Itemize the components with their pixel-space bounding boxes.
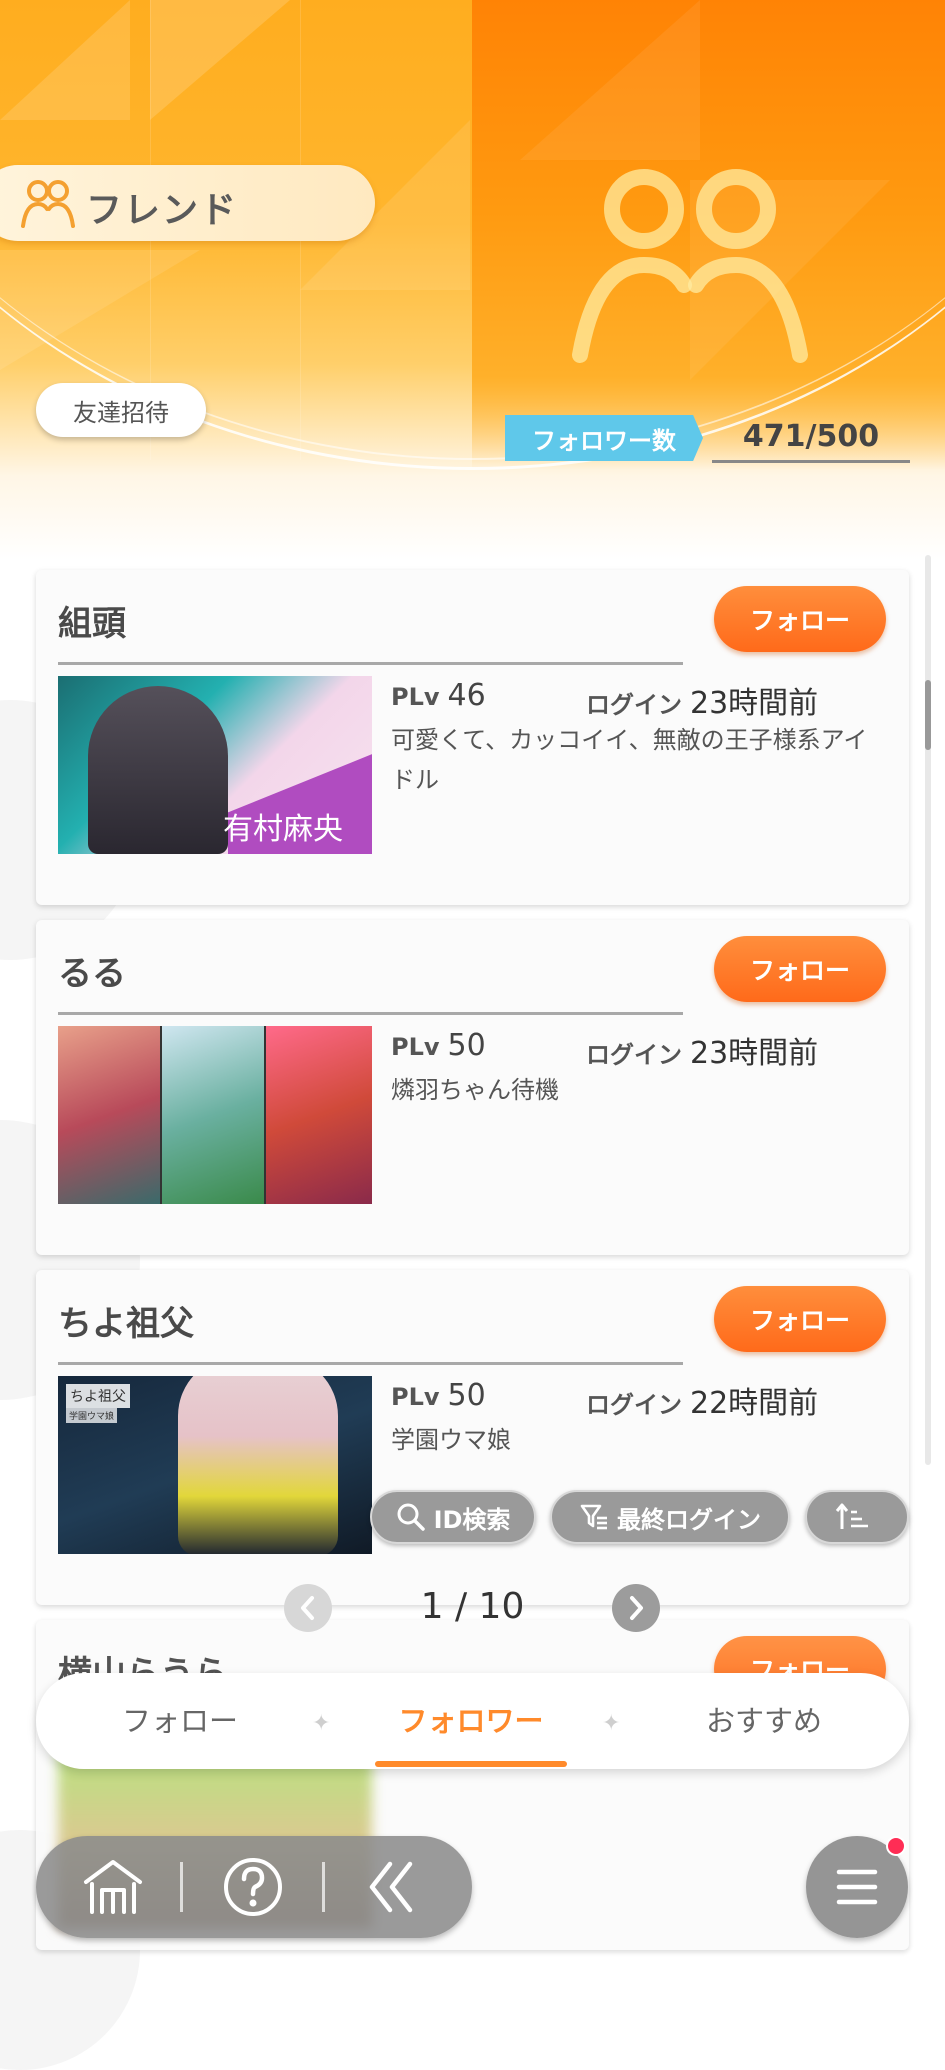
friend-name: ちよ祖父 [58, 1304, 194, 1344]
last-login: ログイン 23時間前 [586, 1036, 819, 1071]
thumbnail-subcaption: 学園ウマ娘 [66, 1408, 118, 1423]
page-title: フレンド [86, 190, 239, 231]
player-level: PLv 50 [391, 1378, 486, 1413]
player-level: PLv 50 [391, 1028, 486, 1063]
friend-comment: 学園ウマ娘 [391, 1426, 511, 1454]
tab-bar: フォロー ✦ フォロワー ✦ おすすめ [36, 1673, 909, 1769]
sort-ascending-icon [835, 1503, 868, 1529]
help-icon[interactable] [220, 1854, 286, 1920]
filter-icon [580, 1504, 607, 1530]
id-search-button[interactable]: ID検索 [370, 1490, 536, 1544]
follow-button[interactable]: フォロー [714, 586, 886, 652]
last-login: ログイン 23時間前 [586, 686, 819, 721]
last-login-filter-button[interactable]: 最終ログイン [550, 1490, 790, 1544]
friend-name: 組頭 [58, 604, 126, 644]
active-tab-indicator [375, 1761, 567, 1767]
friend-card[interactable]: 組頭 フォロー 有村麻央 PLv 46 ログイン 23時間前 可愛くて、カッコイイ、… [36, 570, 909, 905]
sparkle-divider: ✦ [602, 1711, 621, 1736]
sparkle-divider: ✦ [312, 1711, 331, 1736]
name-divider [58, 1012, 683, 1015]
friend-name: るる [58, 954, 126, 994]
last-login: ログイン 22時間前 [586, 1386, 819, 1421]
thumbnail-caption: 有村麻央 [223, 812, 343, 847]
menu-icon [836, 1869, 878, 1905]
previous-page-button[interactable] [284, 1584, 332, 1632]
name-divider [58, 662, 683, 665]
invite-friend-button[interactable]: 友達招待 [36, 383, 206, 437]
chevron-left-icon [301, 1596, 314, 1620]
tab-follow[interactable]: フォロー [70, 1673, 290, 1769]
friend-comment: 可愛くて、カッコイイ、無敵の王子様系アイドル [391, 726, 868, 794]
tab-recommended[interactable]: おすすめ [654, 1673, 874, 1769]
friend-thumbnail[interactable] [58, 1026, 372, 1204]
header-banner: フレンド 友達招待 フォロワー数 471/500 [0, 0, 945, 560]
page-title-pill: フレンド [0, 165, 375, 241]
friends-large-icon [572, 169, 808, 363]
list-scrollbar-thumb[interactable] [925, 680, 931, 750]
sort-order-button[interactable] [805, 1490, 909, 1544]
friends-icon [21, 180, 75, 228]
notification-badge [886, 1836, 906, 1856]
bottom-navigation [36, 1836, 472, 1938]
follow-button[interactable]: フォロー [714, 1286, 886, 1352]
friend-thumbnail[interactable]: 有村麻央 [58, 676, 372, 854]
next-page-button[interactable] [612, 1584, 660, 1632]
home-icon[interactable] [80, 1854, 146, 1920]
tab-followers[interactable]: フォロワー [361, 1673, 581, 1769]
friend-card[interactable]: ちよ祖父 フォロー ちよ祖父 学園ウマ娘 PLv 50 ログイン 22時間前 学園ウ… [36, 1270, 909, 1605]
friend-card[interactable]: るる フォロー PLv 50 ログイン 23時間前 燐羽ちゃん待機 [36, 920, 909, 1255]
thumbnail-caption: ちよ祖父 [66, 1384, 130, 1408]
follower-count-label: フォロワー数 [505, 415, 703, 461]
search-icon [397, 1503, 425, 1531]
friend-comment: 燐羽ちゃん待機 [391, 1076, 559, 1104]
chevron-right-icon [630, 1596, 643, 1620]
follow-button[interactable]: フォロー [714, 936, 886, 1002]
back-icon[interactable] [360, 1854, 426, 1920]
page-indicator: 1 / 10 [420, 1586, 525, 1627]
friend-thumbnail[interactable]: ちよ祖父 学園ウマ娘 [58, 1376, 372, 1554]
follower-count-value: 471/500 [712, 414, 910, 463]
name-divider [58, 1362, 683, 1365]
player-level: PLv 46 [391, 678, 486, 713]
